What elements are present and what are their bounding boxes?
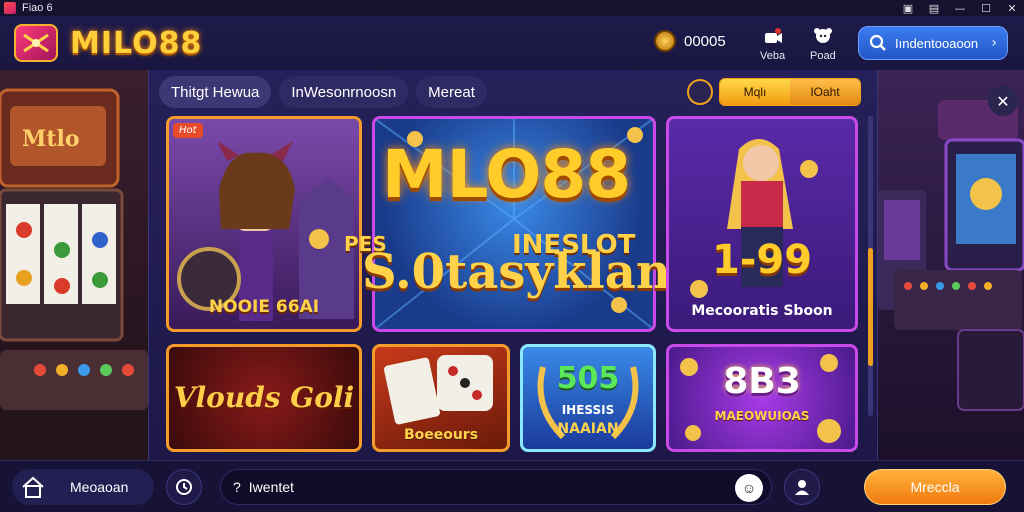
game-tile-slots[interactable]: 8B3 MAEOWUIOAS (666, 344, 858, 452)
bottom-bar: Meoaoan ? Iwentet ☺ Mreccla (0, 460, 1024, 512)
scrollbar[interactable] (868, 116, 873, 416)
clock-icon (176, 479, 192, 495)
hero-title: MLO88 (381, 136, 631, 213)
video-button[interactable]: Veba (760, 26, 785, 62)
close-panel-button[interactable]: ✕ (988, 86, 1018, 116)
hero-line2: S.0tasyklan (362, 244, 671, 300)
game-tile-promo[interactable]: 1-99 Mecooratis Sboon (666, 116, 858, 332)
game-tile-cards[interactable]: Boeeours (372, 344, 510, 452)
filter-segmented-control: Mqlı IOaht (719, 78, 861, 106)
maximize-button[interactable]: ☐ (980, 2, 992, 15)
window-title: Fiao 6 (22, 2, 53, 14)
category-tabs: Thitgt Hewua InWesonrnoosn Mereat (159, 76, 487, 108)
promo-number: 1-99 (711, 237, 813, 283)
wreath-number: 505 (556, 361, 620, 396)
video-icon (762, 26, 784, 48)
tile-caption: Vlouds Goli (173, 381, 355, 414)
hot-badge: Hot (173, 123, 203, 138)
primary-action-button[interactable]: Mreccla (864, 469, 1006, 505)
arcade-background-left: Mtlo (0, 70, 148, 460)
home-button-label: Meoaoan (70, 479, 129, 495)
window-titlebar: Fiao 6 ▣ ▤ — ☐ ✕ (0, 0, 1024, 16)
user-icon (795, 480, 809, 495)
pin-icon[interactable]: ▣ (902, 2, 914, 15)
home-icon (22, 476, 44, 498)
search-button-label: Iındentooaoon (895, 35, 979, 51)
tile-caption: NOOIE 66AI (208, 297, 320, 317)
coin-balance-value: 00005 (684, 32, 726, 50)
brand-logo-text: MILO88 (70, 26, 203, 61)
search-icon (869, 34, 886, 51)
character-illustration (690, 139, 818, 298)
profile-icon (812, 26, 834, 48)
tile-caption: Mecooratis Sboon (691, 303, 833, 319)
game-tile-wreath[interactable]: 505 IHESSIS NAAIAN (520, 344, 656, 452)
window-controls: ▣ ▤ — ☐ ✕ (902, 0, 1018, 16)
slots-number: 8B3 (723, 361, 801, 402)
emoji-icon[interactable]: ☺ (735, 474, 763, 502)
scrollbar-thumb[interactable] (868, 248, 873, 366)
minimize-button[interactable]: — (954, 2, 966, 15)
tile-caption: Boeeours (403, 427, 479, 443)
close-icon: ✕ (996, 91, 1010, 111)
coin-balance[interactable]: 00005 (654, 30, 726, 52)
input-value: Iwentet (248, 479, 294, 495)
video-button-label: Veba (760, 50, 786, 62)
game-tile-featured[interactable]: Hot NOOIE 66AI (166, 116, 362, 332)
input-prefix: ? (233, 479, 241, 495)
profile-button[interactable]: Poad (810, 26, 836, 62)
message-input[interactable]: ? Iwentet ☺ (220, 469, 772, 505)
filter-option-2[interactable]: IOaht (790, 79, 860, 105)
app-header: MILO88 00005 Veba Poad Iındentooaoon › (0, 16, 1024, 70)
chevron-right-icon: › (991, 35, 997, 51)
crossed-arrows-icon (23, 33, 49, 53)
user-button[interactable] (784, 469, 820, 505)
logo-badge[interactable] (14, 24, 58, 62)
tab-featured[interactable]: Thitgt Hewua (159, 76, 272, 108)
wreath-line2: IHESSIS (561, 403, 615, 417)
filter-bar: Mqlı IOaht (687, 78, 861, 106)
tab-new[interactable]: InWesonrnoosn (279, 76, 409, 108)
wreath-line3: NAAIAN (557, 421, 619, 437)
svg-text:Mtlo: Mtlo (22, 126, 80, 152)
timer-button[interactable] (166, 469, 202, 505)
search-button[interactable]: Iındentooaoon › (858, 26, 1008, 60)
filter-icon[interactable] (687, 79, 713, 105)
app-icon (4, 2, 16, 14)
arcade-background-right (878, 70, 1024, 460)
close-window-button[interactable]: ✕ (1006, 2, 1018, 15)
tile-caption: MAEOWUIOAS (714, 409, 810, 423)
home-button[interactable]: Meoaoan (12, 469, 154, 505)
tab-more[interactable]: Mereat (416, 76, 487, 108)
profile-button-label: Poad (810, 50, 836, 62)
coin-icon (654, 30, 676, 52)
game-tile-script[interactable]: Vlouds Goli (166, 344, 362, 452)
filter-option-1[interactable]: Mqlı (720, 79, 790, 105)
note-icon[interactable]: ▤ (928, 2, 940, 15)
